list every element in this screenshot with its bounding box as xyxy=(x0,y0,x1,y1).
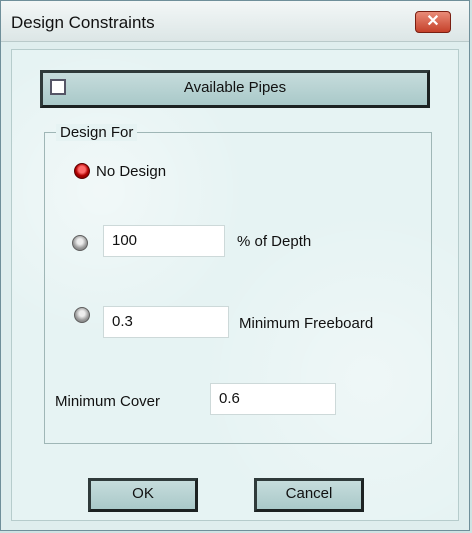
no-design-radio[interactable] xyxy=(74,163,90,179)
dialog-content: Available Pipes Design For No Design 100… xyxy=(11,49,459,521)
design-for-label: Design For xyxy=(56,124,138,141)
minimum-freeboard-label: Minimum Freeboard xyxy=(239,315,374,332)
minimum-freeboard-radio[interactable] xyxy=(74,307,90,323)
percent-depth-radio[interactable] xyxy=(72,235,88,251)
title-bar: Design Constraints ✕ xyxy=(1,1,469,42)
close-icon: ✕ xyxy=(426,13,440,30)
available-pipes-toggle[interactable]: Available Pipes xyxy=(40,70,430,108)
available-pipes-label: Available Pipes xyxy=(183,79,287,96)
percent-depth-input[interactable]: 100 xyxy=(103,225,225,257)
percent-depth-label: % of Depth xyxy=(237,233,312,250)
minimum-cover-input[interactable]: 0.6 xyxy=(210,383,336,415)
minimum-cover-label: Minimum Cover xyxy=(55,393,161,410)
design-constraints-dialog: Design Constraints ✕ Available Pipes Des… xyxy=(0,0,470,531)
no-design-label: No Design xyxy=(96,163,167,180)
close-button[interactable]: ✕ xyxy=(415,11,451,33)
window-title: Design Constraints xyxy=(11,13,155,32)
cancel-button[interactable]: Cancel xyxy=(254,478,364,512)
minimum-freeboard-input[interactable]: 0.3 xyxy=(103,306,229,338)
design-for-group: Design For No Design 100 % of Depth 0.3 … xyxy=(44,124,432,444)
ok-button[interactable]: OK xyxy=(88,478,198,512)
